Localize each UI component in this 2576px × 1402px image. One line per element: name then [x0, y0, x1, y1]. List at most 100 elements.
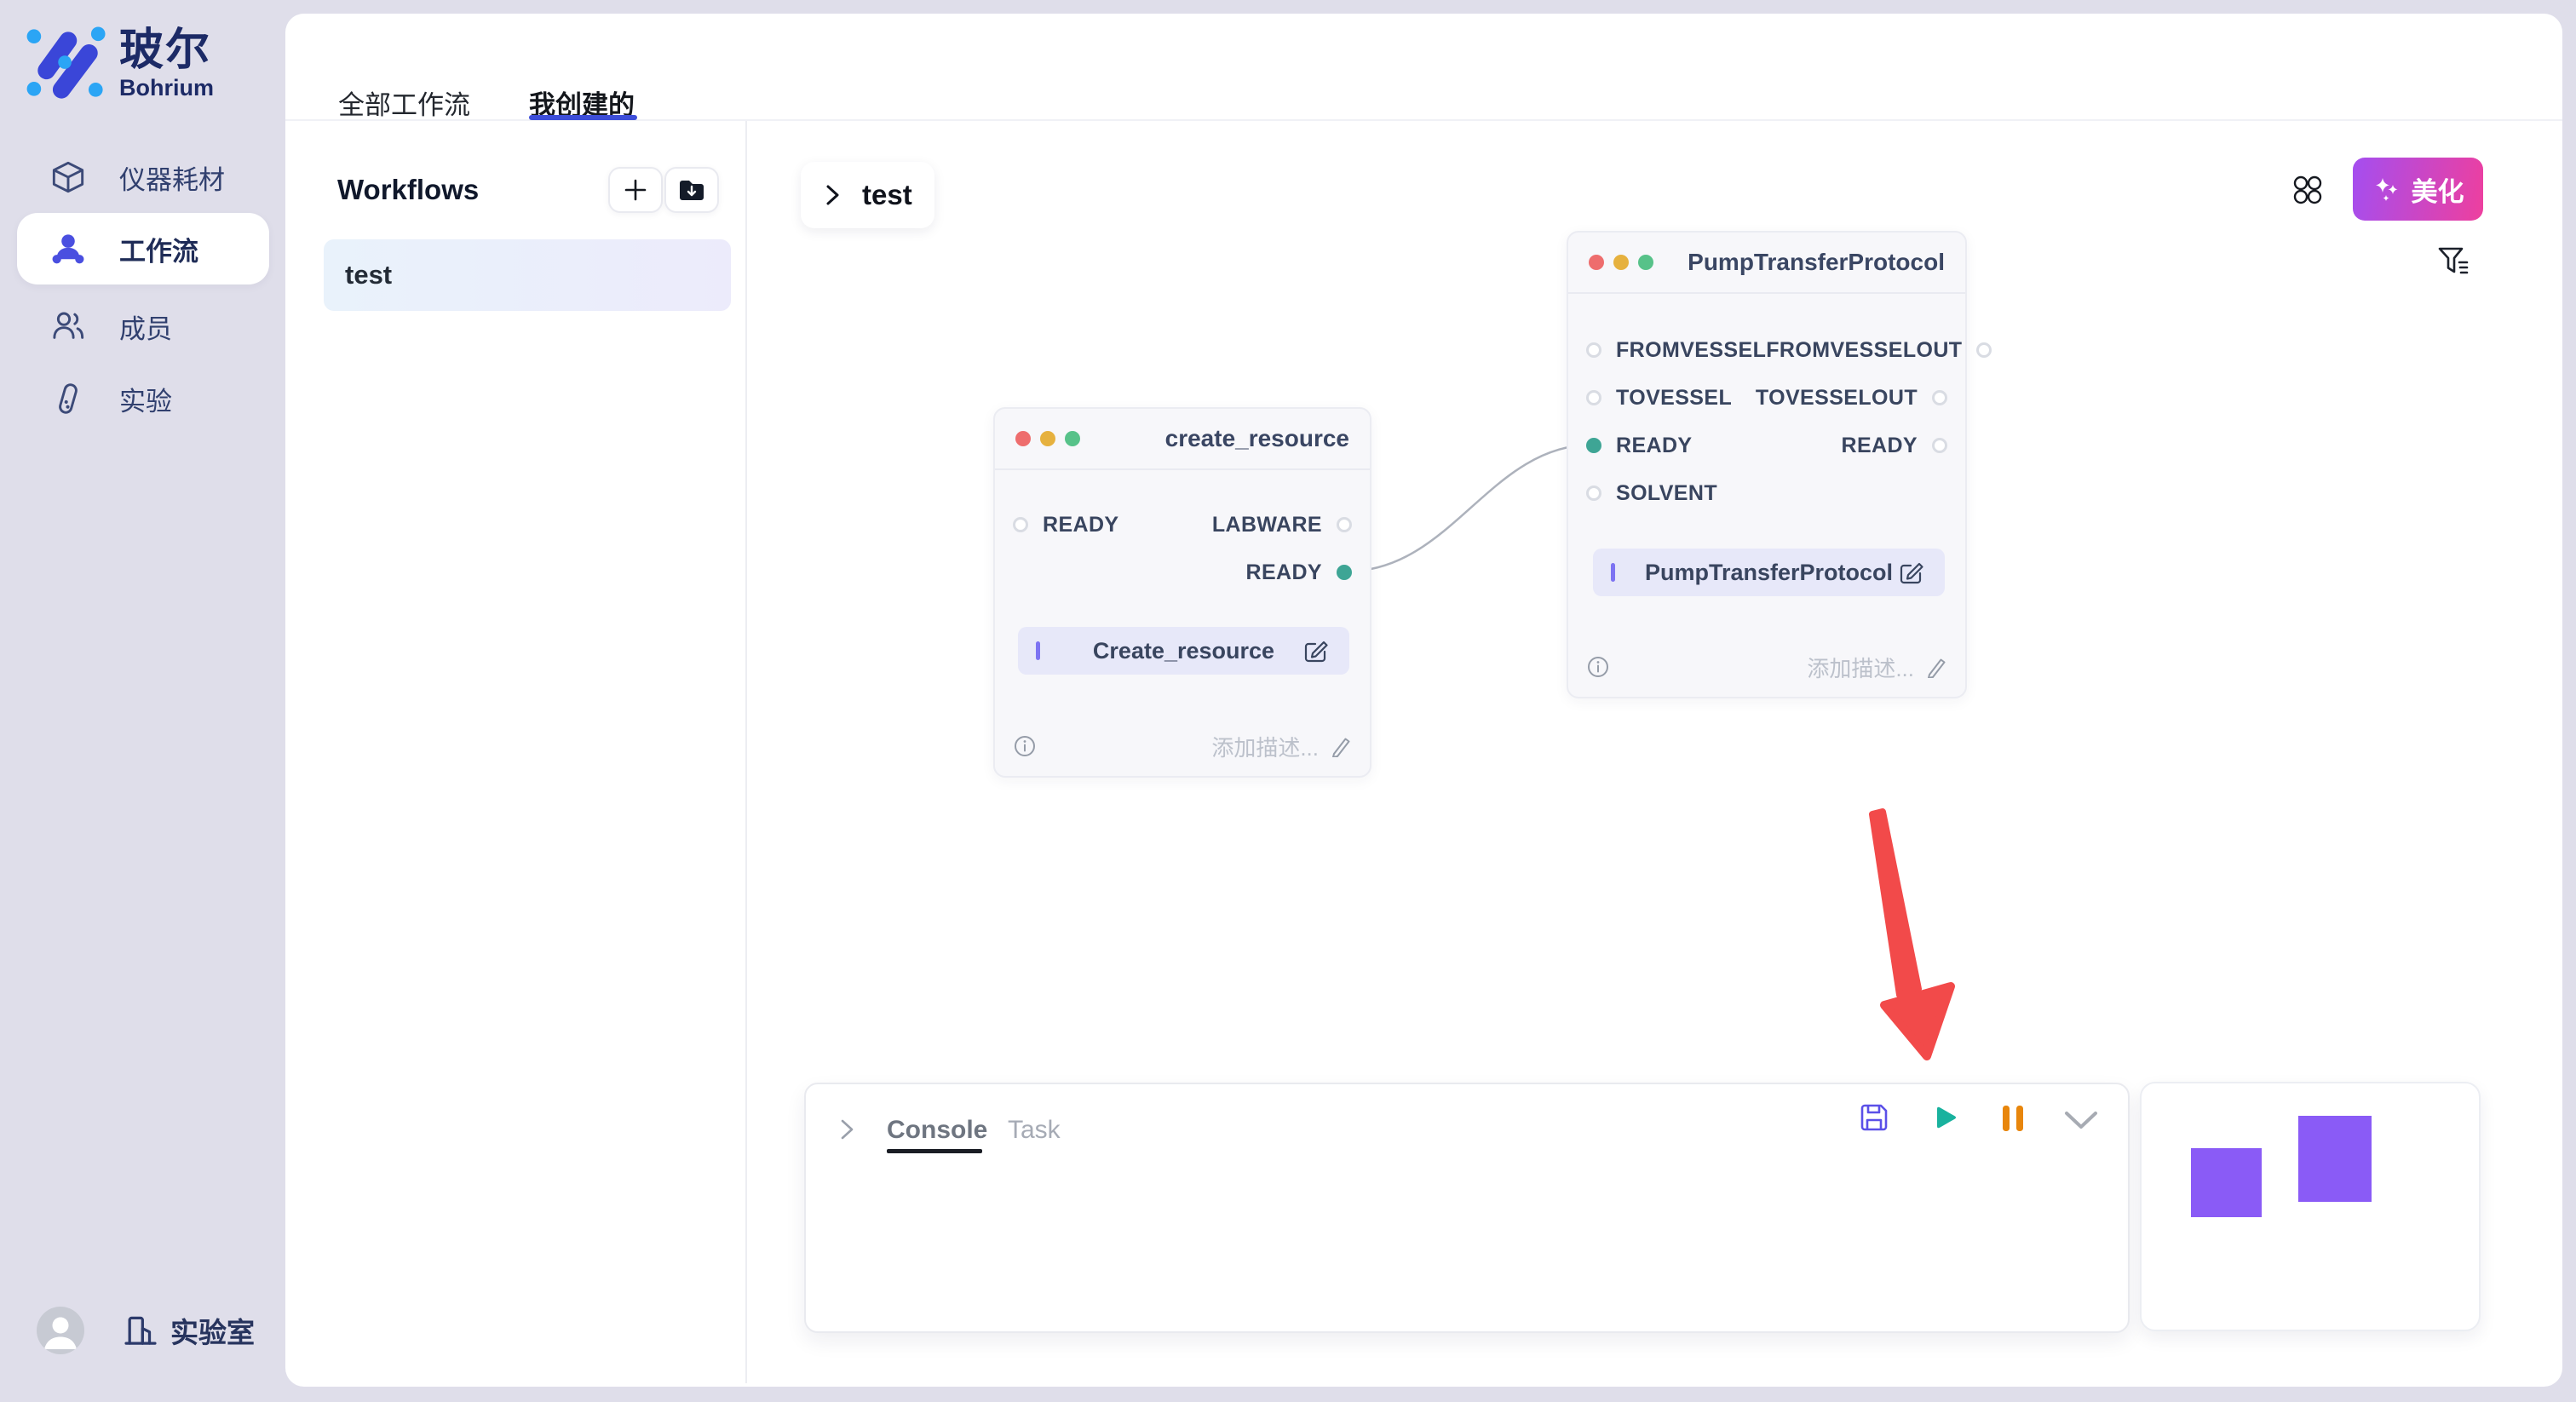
workflow-list-item-test[interactable]: test	[324, 239, 731, 311]
node-create-resource[interactable]: create_resource READY LABWARE READY Crea…	[993, 407, 1371, 778]
node-dot-red	[1589, 255, 1604, 270]
console-panel: Console Task	[804, 1083, 2130, 1333]
beautify-button[interactable]: 美化	[2353, 158, 2483, 221]
app-window: 玻尔 Bohrium 仪器耗材 工作流	[0, 0, 2576, 1402]
port-out-ready[interactable]	[1932, 438, 1947, 453]
brand-name-en: Bohrium	[119, 75, 214, 101]
port-in-tovessel[interactable]	[1586, 390, 1601, 405]
avatar-person-icon	[37, 1307, 84, 1354]
port-in-ready[interactable]	[1013, 517, 1028, 532]
pill-accent-bar	[1611, 563, 1615, 582]
port-label: TOVESSEL	[1616, 386, 1732, 411]
port-out-ready[interactable]	[1337, 565, 1352, 580]
node-title: PumpTransferProtocol	[1688, 249, 1945, 276]
node-header: PumpTransferProtocol	[1568, 233, 1965, 294]
tab-all-workflows[interactable]: 全部工作流	[338, 83, 470, 122]
active-tab-underline	[529, 115, 637, 120]
sparkles-icon	[2372, 175, 2401, 204]
workflow-tabbar: 全部工作流 我创建的	[285, 14, 2562, 121]
minimap[interactable]	[2140, 1082, 2481, 1331]
plus-icon	[623, 177, 648, 203]
description-placeholder[interactable]: 添加描述...	[1807, 652, 1914, 683]
pencil-icon[interactable]	[1331, 735, 1353, 757]
port-label: LABWARE	[1212, 513, 1322, 537]
chevron-right-icon[interactable]	[837, 1118, 856, 1141]
brand-name-cn: 玻尔	[119, 26, 214, 75]
node-dot-red	[1015, 431, 1031, 446]
save-icon[interactable]	[1858, 1101, 1890, 1134]
workspace-label[interactable]: 实验室	[170, 1310, 255, 1351]
sidebar-item-members[interactable]: 成员	[17, 290, 269, 362]
node-title: create_resource	[1165, 425, 1349, 452]
workflows-panel-title: Workflows	[337, 174, 479, 206]
beautify-label: 美化	[2412, 170, 2464, 209]
info-icon[interactable]	[1587, 656, 1609, 678]
filter-icon[interactable]	[2436, 245, 2470, 278]
port-label: SOLVENT	[1616, 481, 1717, 506]
sidebar-item-label: 成员	[119, 307, 172, 346]
node-dot-amber	[1613, 255, 1629, 270]
workflow-icon	[51, 232, 85, 266]
port-label: READY	[1841, 434, 1918, 458]
experiment-icon	[51, 382, 85, 416]
canvas-breadcrumb[interactable]: test	[801, 162, 934, 228]
port-in-ready[interactable]	[1586, 438, 1601, 453]
port-label: FROMVESSEL	[1616, 338, 1766, 363]
port-label: READY	[1043, 513, 1119, 537]
pill-label: PumpTransferProtocol	[1645, 560, 1893, 586]
sidebar-item-instruments[interactable]: 仪器耗材	[17, 141, 269, 213]
info-icon[interactable]	[1014, 735, 1036, 757]
pencil-icon[interactable]	[1926, 656, 1948, 678]
port-out-labware[interactable]	[1337, 517, 1352, 532]
port-label: FROMVESSELOUT	[1766, 338, 1962, 363]
edit-icon[interactable]	[1897, 559, 1924, 586]
minimap-node-create-resource	[2191, 1148, 2262, 1217]
sidebar-item-workflows[interactable]: 工作流	[17, 213, 269, 284]
package-icon	[51, 160, 85, 194]
node-action-pill[interactable]: PumpTransferProtocol	[1593, 549, 1945, 596]
node-pump-transfer-protocol[interactable]: PumpTransferProtocol FROMVESSEL FROMVESS…	[1567, 231, 1967, 698]
lab-building-icon	[123, 1313, 158, 1348]
tab-console[interactable]: Console	[887, 1116, 987, 1145]
folder-download-icon	[677, 177, 706, 203]
node-header: create_resource	[995, 409, 1370, 470]
bohrium-logo-icon	[26, 26, 111, 102]
port-out-fromvesselout[interactable]	[1976, 342, 1992, 358]
sidebar-item-label: 工作流	[119, 230, 198, 268]
panel-divider	[745, 121, 747, 1383]
port-in-fromvessel[interactable]	[1586, 342, 1601, 358]
run-icon[interactable]	[1928, 1101, 1960, 1134]
node-action-pill[interactable]: Create_resource	[1018, 627, 1349, 675]
sidebar-footer: 实验室	[37, 1307, 255, 1354]
pause-icon[interactable]	[2000, 1104, 2026, 1133]
brand-logo: 玻尔 Bohrium	[26, 26, 214, 102]
workflow-item-label: test	[345, 260, 392, 290]
node-footer: 添加描述...	[1014, 733, 1353, 759]
collapse-panel-icon[interactable]	[2062, 1109, 2100, 1131]
node-dot-amber	[1040, 431, 1055, 446]
pill-label: Create_resource	[1093, 638, 1274, 664]
tab-task[interactable]: Task	[1008, 1116, 1061, 1145]
members-icon	[51, 309, 85, 343]
user-avatar[interactable]	[37, 1307, 84, 1354]
add-workflow-button[interactable]	[608, 167, 663, 213]
chevron-right-icon	[824, 184, 841, 206]
port-out-tovesselout[interactable]	[1932, 390, 1947, 405]
node-dot-green	[1065, 431, 1080, 446]
import-workflow-button[interactable]	[664, 167, 719, 213]
port-label: READY	[1616, 434, 1693, 458]
breadcrumb-label: test	[862, 179, 912, 211]
node-dot-green	[1638, 255, 1653, 270]
sidebar-item-experiments[interactable]: 实验	[17, 363, 269, 434]
minimap-node-pump-transfer	[2298, 1116, 2372, 1202]
layout-command-icon[interactable]	[2291, 174, 2324, 206]
port-label: TOVESSELOUT	[1756, 386, 1918, 411]
port-label: READY	[1245, 560, 1322, 585]
sidebar-item-label: 仪器耗材	[119, 158, 225, 197]
sidebar-item-label: 实验	[119, 380, 172, 418]
port-in-solvent[interactable]	[1586, 486, 1601, 501]
edit-icon[interactable]	[1302, 637, 1329, 664]
console-tab-underline	[887, 1149, 982, 1153]
sidebar: 玻尔 Bohrium 仪器耗材 工作流	[0, 0, 285, 1402]
description-placeholder[interactable]: 添加描述...	[1211, 731, 1319, 762]
